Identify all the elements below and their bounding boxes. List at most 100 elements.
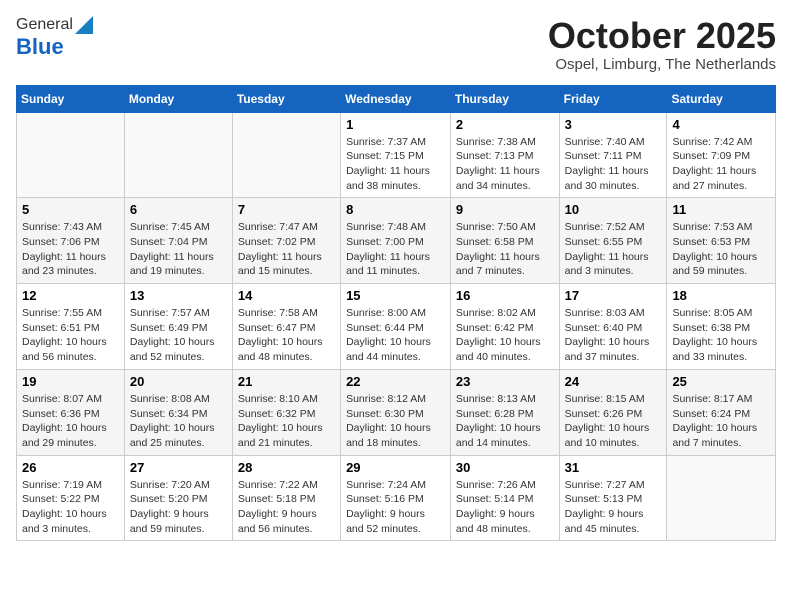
weekday-header-monday: Monday xyxy=(124,85,232,112)
calendar-cell: 19 Sunrise: 8:07 AMSunset: 6:36 PMDayligh… xyxy=(17,369,125,455)
day-number: 18 xyxy=(672,288,770,303)
day-info: Sunrise: 7:43 AMSunset: 7:06 PMDaylight:… xyxy=(22,220,119,279)
day-number: 22 xyxy=(346,374,445,389)
logo-arrow-icon xyxy=(75,16,93,34)
calendar-cell: 26Sunrise: 7:19 AMSunset: 5:22 PMDayligh… xyxy=(17,455,125,541)
calendar-cell: 1 Sunrise: 7:37 AMSunset: 7:15 PMDaylight… xyxy=(341,112,451,198)
day-info: Sunrise: 8:12 AMSunset: 6:30 PMDaylight:… xyxy=(346,392,445,451)
weekday-header-friday: Friday xyxy=(559,85,667,112)
calendar-cell: 21 Sunrise: 8:10 AMSunset: 6:32 PMDayligh… xyxy=(232,369,340,455)
month-title: October 2025 xyxy=(548,16,776,56)
day-info: Sunrise: 8:05 AMSunset: 6:38 PMDaylight:… xyxy=(672,306,770,365)
day-number: 25 xyxy=(672,374,770,389)
calendar-cell: 30 Sunrise: 7:26 AMSunset: 5:14 PMDayligh… xyxy=(450,455,559,541)
day-info: Sunrise: 7:47 AMSunset: 7:02 PMDaylight:… xyxy=(238,220,335,279)
weekday-header-tuesday: Tuesday xyxy=(232,85,340,112)
day-number: 23 xyxy=(456,374,554,389)
day-number: 8 xyxy=(346,202,445,217)
calendar-week-4: 19 Sunrise: 8:07 AMSunset: 6:36 PMDayligh… xyxy=(17,369,776,455)
day-number: 1 xyxy=(346,117,445,132)
day-number: 11 xyxy=(672,202,770,217)
day-number: 2 xyxy=(456,117,554,132)
day-number: 14 xyxy=(238,288,335,303)
day-number: 15 xyxy=(346,288,445,303)
day-number: 31 xyxy=(565,460,662,475)
calendar-cell: 29 Sunrise: 7:24 AMSunset: 5:16 PMDayligh… xyxy=(341,455,451,541)
day-number: 7 xyxy=(238,202,335,217)
calendar-week-2: 5 Sunrise: 7:43 AMSunset: 7:06 PMDaylight… xyxy=(17,198,776,284)
day-number: 17 xyxy=(565,288,662,303)
calendar-cell: 22 Sunrise: 8:12 AMSunset: 6:30 PMDayligh… xyxy=(341,369,451,455)
page-header: General Blue October 2025 Ospel, Limburg… xyxy=(16,16,776,73)
calendar-cell: 10 Sunrise: 7:52 AMSunset: 6:55 PMDayligh… xyxy=(559,198,667,284)
weekday-header-saturday: Saturday xyxy=(667,85,776,112)
day-number: 19 xyxy=(22,374,119,389)
day-info: Sunrise: 8:15 AMSunset: 6:26 PMDaylight:… xyxy=(565,392,662,451)
day-info: Sunrise: 7:57 AMSunset: 6:49 PMDaylight:… xyxy=(130,306,227,365)
calendar-cell: 9 Sunrise: 7:50 AMSunset: 6:58 PMDaylight… xyxy=(450,198,559,284)
calendar-cell: 14 Sunrise: 7:58 AMSunset: 6:47 PMDayligh… xyxy=(232,284,340,370)
day-info: Sunrise: 8:08 AMSunset: 6:34 PMDaylight:… xyxy=(130,392,227,451)
day-info: Sunrise: 7:50 AMSunset: 6:58 PMDaylight:… xyxy=(456,220,554,279)
day-number: 5 xyxy=(22,202,119,217)
calendar-cell xyxy=(17,112,125,198)
day-info: Sunrise: 8:07 AMSunset: 6:36 PMDaylight:… xyxy=(22,392,119,451)
calendar-cell: 11 Sunrise: 7:53 AMSunset: 6:53 PMDayligh… xyxy=(667,198,776,284)
day-number: 21 xyxy=(238,374,335,389)
day-info: Sunrise: 7:53 AMSunset: 6:53 PMDaylight:… xyxy=(672,220,770,279)
day-number: 12 xyxy=(22,288,119,303)
day-number: 29 xyxy=(346,460,445,475)
calendar-cell: 7 Sunrise: 7:47 AMSunset: 7:02 PMDaylight… xyxy=(232,198,340,284)
day-info: Sunrise: 8:00 AMSunset: 6:44 PMDaylight:… xyxy=(346,306,445,365)
calendar-cell xyxy=(124,112,232,198)
day-number: 3 xyxy=(565,117,662,132)
calendar-cell: 6 Sunrise: 7:45 AMSunset: 7:04 PMDaylight… xyxy=(124,198,232,284)
logo: General Blue xyxy=(16,16,93,60)
day-number: 9 xyxy=(456,202,554,217)
calendar-cell: 3Sunrise: 7:40 AMSunset: 7:11 PMDaylight… xyxy=(559,112,667,198)
day-number: 30 xyxy=(456,460,554,475)
calendar-cell: 15 Sunrise: 8:00 AMSunset: 6:44 PMDayligh… xyxy=(341,284,451,370)
calendar-cell: 12 Sunrise: 7:55 AMSunset: 6:51 PMDayligh… xyxy=(17,284,125,370)
location-text: Ospel, Limburg, The Netherlands xyxy=(548,56,776,73)
calendar-cell: 5 Sunrise: 7:43 AMSunset: 7:06 PMDaylight… xyxy=(17,198,125,284)
calendar-cell: 28Sunrise: 7:22 AMSunset: 5:18 PMDayligh… xyxy=(232,455,340,541)
weekday-header-wednesday: Wednesday xyxy=(341,85,451,112)
weekday-header-thursday: Thursday xyxy=(450,85,559,112)
day-number: 10 xyxy=(565,202,662,217)
day-info: Sunrise: 7:55 AMSunset: 6:51 PMDaylight:… xyxy=(22,306,119,365)
calendar-cell: 20 Sunrise: 8:08 AMSunset: 6:34 PMDayligh… xyxy=(124,369,232,455)
day-info: Sunrise: 7:58 AMSunset: 6:47 PMDaylight:… xyxy=(238,306,335,365)
day-number: 27 xyxy=(130,460,227,475)
day-info: Sunrise: 7:42 AMSunset: 7:09 PMDaylight:… xyxy=(672,135,770,194)
calendar-cell: 25 Sunrise: 8:17 AMSunset: 6:24 PMDayligh… xyxy=(667,369,776,455)
day-info: Sunrise: 7:48 AMSunset: 7:00 PMDaylight:… xyxy=(346,220,445,279)
calendar-cell: 16 Sunrise: 8:02 AMSunset: 6:42 PMDayligh… xyxy=(450,284,559,370)
calendar-cell: 17 Sunrise: 8:03 AMSunset: 6:40 PMDayligh… xyxy=(559,284,667,370)
day-info: Sunrise: 8:10 AMSunset: 6:32 PMDaylight:… xyxy=(238,392,335,451)
day-number: 13 xyxy=(130,288,227,303)
calendar-cell: 18 Sunrise: 8:05 AMSunset: 6:38 PMDayligh… xyxy=(667,284,776,370)
day-info: Sunrise: 8:03 AMSunset: 6:40 PMDaylight:… xyxy=(565,306,662,365)
day-number: 20 xyxy=(130,374,227,389)
day-info: Sunrise: 7:45 AMSunset: 7:04 PMDaylight:… xyxy=(130,220,227,279)
calendar-cell: 13 Sunrise: 7:57 AMSunset: 6:49 PMDayligh… xyxy=(124,284,232,370)
weekday-header-row: SundayMondayTuesdayWednesdayThursdayFrid… xyxy=(17,85,776,112)
calendar-cell: 2Sunrise: 7:38 AMSunset: 7:13 PMDaylight… xyxy=(450,112,559,198)
calendar-table: SundayMondayTuesdayWednesdayThursdayFrid… xyxy=(16,85,776,542)
calendar-cell xyxy=(667,455,776,541)
day-info: Sunrise: 8:17 AMSunset: 6:24 PMDaylight:… xyxy=(672,392,770,451)
day-number: 16 xyxy=(456,288,554,303)
day-number: 24 xyxy=(565,374,662,389)
logo-blue-text: Blue xyxy=(16,34,64,60)
day-info: Sunrise: 7:26 AMSunset: 5:14 PMDaylight:… xyxy=(456,478,554,537)
day-info: Sunrise: 7:20 AMSunset: 5:20 PMDaylight:… xyxy=(130,478,227,537)
calendar-header: SundayMondayTuesdayWednesdayThursdayFrid… xyxy=(17,85,776,112)
day-info: Sunrise: 7:52 AMSunset: 6:55 PMDaylight:… xyxy=(565,220,662,279)
day-number: 6 xyxy=(130,202,227,217)
day-info: Sunrise: 7:24 AMSunset: 5:16 PMDaylight:… xyxy=(346,478,445,537)
day-info: Sunrise: 8:13 AMSunset: 6:28 PMDaylight:… xyxy=(456,392,554,451)
calendar-cell: 4Sunrise: 7:42 AMSunset: 7:09 PMDaylight… xyxy=(667,112,776,198)
day-info: Sunrise: 8:02 AMSunset: 6:42 PMDaylight:… xyxy=(456,306,554,365)
day-info: Sunrise: 7:37 AMSunset: 7:15 PMDaylight:… xyxy=(346,135,445,194)
